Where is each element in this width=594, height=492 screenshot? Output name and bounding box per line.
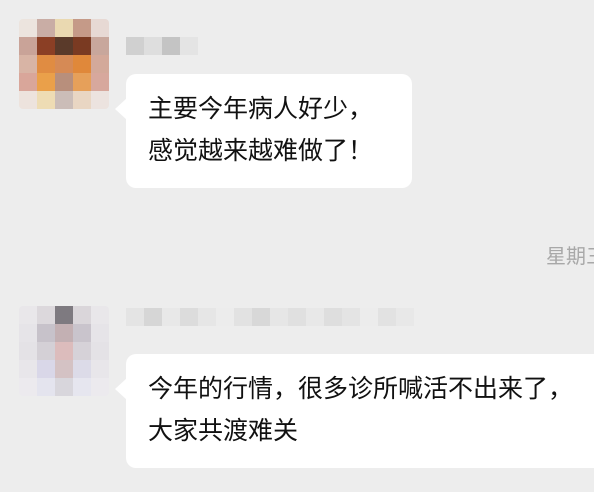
avatar-pixel xyxy=(19,306,37,324)
avatar-pixel xyxy=(19,55,37,73)
blurred-block xyxy=(306,308,324,326)
avatar-pixel xyxy=(73,360,91,378)
avatar-pixel xyxy=(73,324,91,342)
avatar-pixel xyxy=(37,342,55,360)
avatar-pixel xyxy=(91,360,109,378)
blurred-block xyxy=(396,308,414,326)
avatar-pixel xyxy=(55,306,73,324)
avatar-pixel xyxy=(19,324,37,342)
avatar-pixel xyxy=(73,306,91,324)
avatar-pixel xyxy=(73,73,91,91)
blurred-block xyxy=(216,308,234,326)
blurred-block xyxy=(360,308,378,326)
avatar-pixel xyxy=(55,324,73,342)
avatar-pixel xyxy=(91,55,109,73)
avatar-pixel xyxy=(91,342,109,360)
blurred-block xyxy=(126,37,144,55)
avatar-pixel xyxy=(91,73,109,91)
message-bubble[interactable]: 主要今年病人好少， 感觉越来越难做了！ xyxy=(115,74,412,188)
blurred-block xyxy=(252,308,270,326)
avatar-pixel xyxy=(37,37,55,55)
avatar-pixel xyxy=(37,378,55,396)
avatar-pixel xyxy=(91,37,109,55)
blurred-block xyxy=(126,308,144,326)
avatar-pixel xyxy=(73,378,91,396)
blurred-block xyxy=(378,308,396,326)
blurred-block xyxy=(144,37,162,55)
chat-window: 主要今年病人好少， 感觉越来越难做了！ 星期三 今年的行情，很多诊所喊活不出来了… xyxy=(0,0,594,492)
avatar-pixel xyxy=(37,55,55,73)
blurred-block xyxy=(270,308,288,326)
message-line: 今年的行情，很多诊所喊活不出来了， xyxy=(148,374,574,403)
avatar-pixel xyxy=(91,91,109,109)
message-line: 大家共渡难关 xyxy=(148,416,299,445)
avatar-pixel xyxy=(19,73,37,91)
avatar-pixel xyxy=(55,378,73,396)
avatar-pixel xyxy=(91,19,109,37)
blurred-block xyxy=(234,308,252,326)
avatar-pixel xyxy=(73,37,91,55)
avatar[interactable] xyxy=(19,306,109,396)
sender-name-blurred xyxy=(126,308,414,344)
sender-name-blurred xyxy=(126,37,198,55)
blurred-block xyxy=(162,308,180,326)
avatar-pixel xyxy=(37,324,55,342)
avatar-pixel xyxy=(55,19,73,37)
blurred-block xyxy=(144,308,162,326)
timestamp: 星期三 xyxy=(546,244,594,268)
message-line: 主要今年病人好少， xyxy=(148,94,374,123)
avatar-pixel xyxy=(19,360,37,378)
blurred-block xyxy=(180,308,198,326)
avatar-pixel xyxy=(91,306,109,324)
avatar-pixel xyxy=(37,19,55,37)
blurred-block xyxy=(198,308,216,326)
avatar-pixel xyxy=(37,306,55,324)
message-line: 感觉越来越难做了！ xyxy=(148,136,374,165)
avatar-pixel xyxy=(19,91,37,109)
avatar-pixel xyxy=(55,55,73,73)
avatar-pixel xyxy=(19,342,37,360)
blurred-block xyxy=(342,308,360,326)
avatar-pixel xyxy=(19,378,37,396)
avatar-pixel xyxy=(37,360,55,378)
avatar-pixel xyxy=(73,342,91,360)
avatar-pixel xyxy=(55,360,73,378)
avatar-pixel xyxy=(55,342,73,360)
message-bubble[interactable]: 今年的行情，很多诊所喊活不出来了， 大家共渡难关 xyxy=(115,354,594,468)
avatar-pixel xyxy=(73,55,91,73)
avatar-pixel xyxy=(19,19,37,37)
avatar-pixel xyxy=(55,91,73,109)
avatar-pixel xyxy=(73,91,91,109)
blurred-block xyxy=(324,308,342,326)
avatar[interactable] xyxy=(19,19,109,109)
blurred-block xyxy=(162,37,180,55)
avatar-pixel xyxy=(73,19,91,37)
avatar-pixel xyxy=(37,91,55,109)
avatar-pixel xyxy=(19,37,37,55)
avatar-pixel xyxy=(91,378,109,396)
blurred-block xyxy=(288,308,306,326)
avatar-pixel xyxy=(91,324,109,342)
avatar-pixel xyxy=(55,37,73,55)
blurred-block xyxy=(180,37,198,55)
avatar-pixel xyxy=(55,73,73,91)
avatar-pixel xyxy=(37,73,55,91)
